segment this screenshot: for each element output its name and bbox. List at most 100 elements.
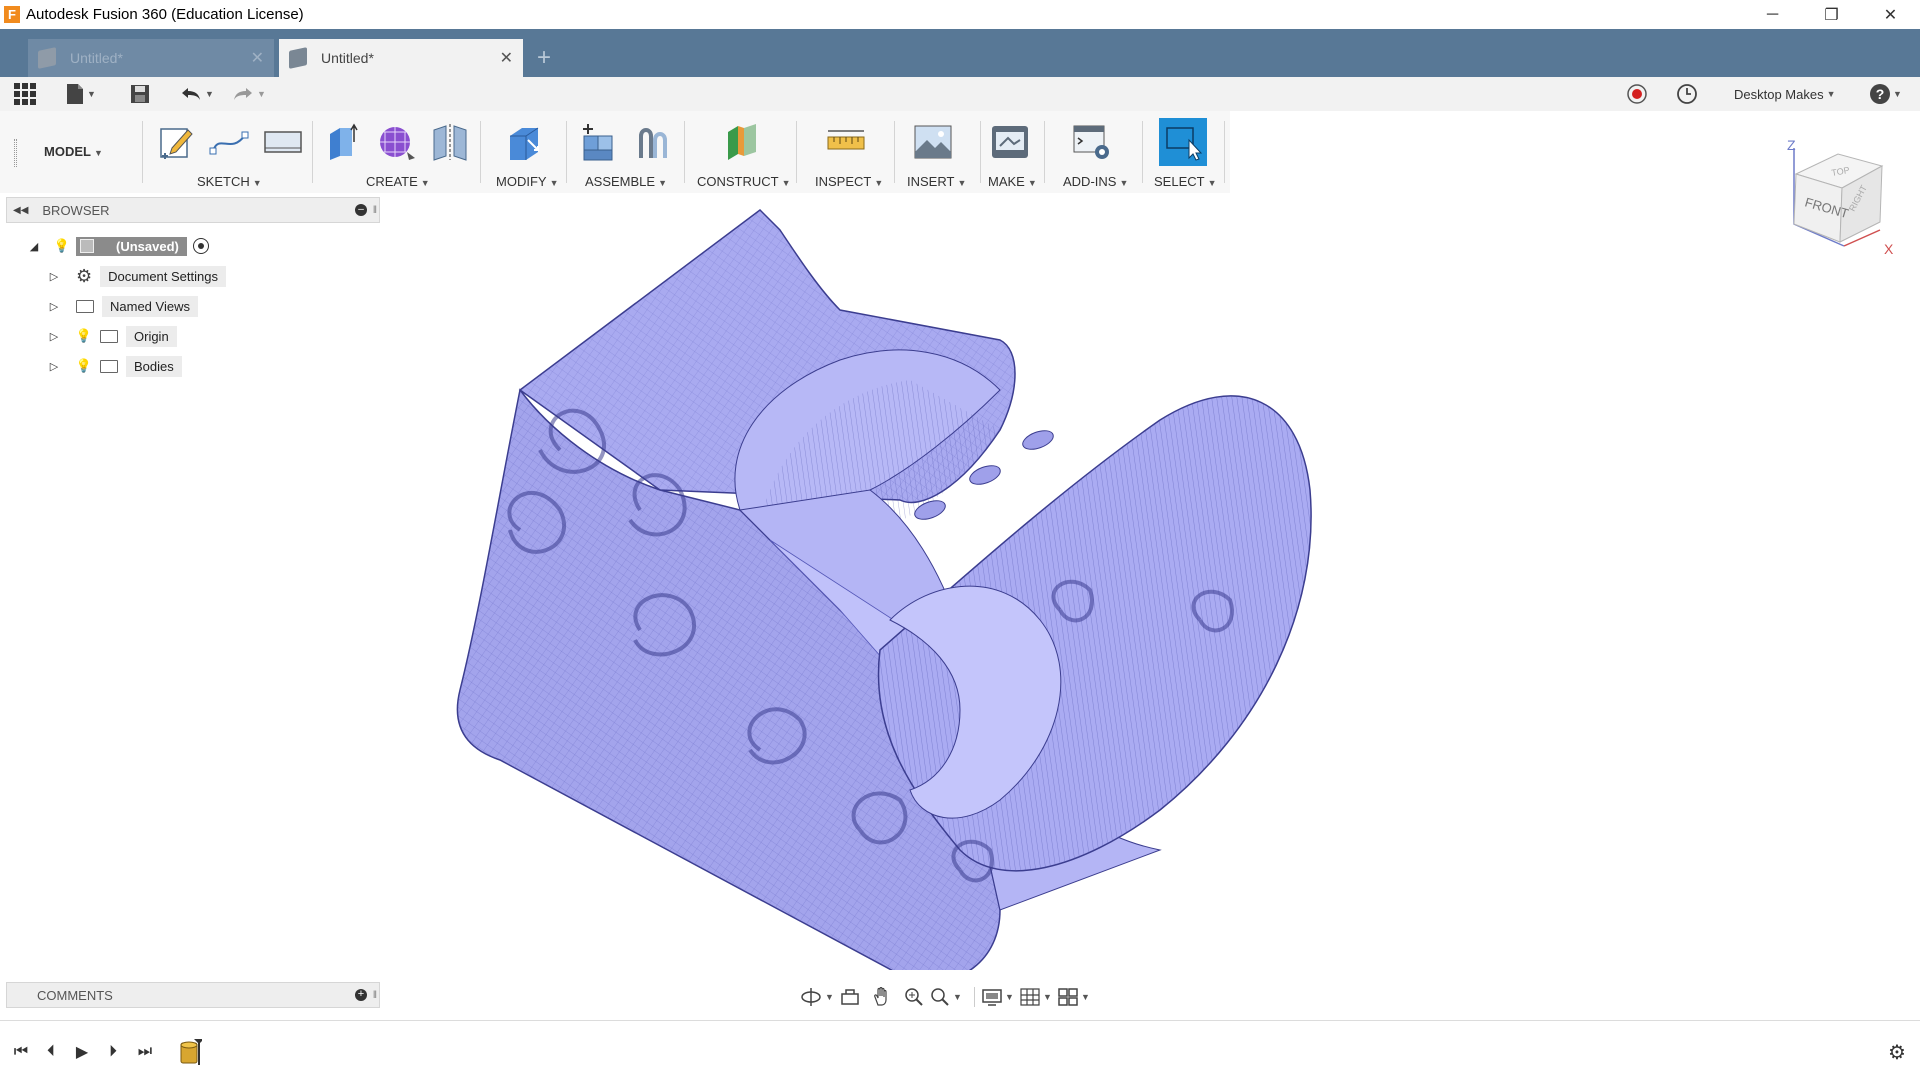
zoom-window-icon[interactable]: ▼ — [930, 987, 974, 1007]
timeline-play-icon[interactable]: ▶ — [69, 1039, 95, 1065]
scripts-addins-icon[interactable] — [1070, 120, 1114, 164]
insert-canvas-icon[interactable] — [911, 120, 955, 164]
timeline-previous-icon[interactable]: ⏴ — [38, 1039, 64, 1065]
addins-group-label[interactable]: ADD-INS ▼ — [1063, 174, 1128, 189]
window-title: Autodesk Fusion 360 (Education License) — [26, 6, 304, 23]
modify-group-label[interactable]: MODIFY ▼ — [496, 174, 558, 189]
visibility-bulb-icon[interactable]: 💡 — [76, 358, 92, 374]
folder-icon — [76, 299, 94, 313]
browser-item-document-settings[interactable]: ▷ ⚙ Document Settings — [46, 264, 226, 288]
tab-label: Untitled* — [70, 50, 123, 66]
timeline-settings-gear-icon[interactable]: ⚙ — [1884, 1039, 1910, 1065]
undo-icon[interactable]: ▼ — [180, 77, 214, 111]
stop-sketch-rectangle-icon[interactable] — [261, 120, 305, 164]
expand-triangle-icon[interactable]: ▷ — [46, 358, 62, 374]
tree-label: Origin — [126, 325, 177, 347]
viewcube-z-label: Z — [1787, 137, 1796, 153]
new-component-icon[interactable] — [576, 120, 620, 164]
look-at-icon[interactable] — [834, 988, 866, 1006]
expand-triangle-icon[interactable]: ▷ — [46, 298, 62, 314]
panel-grip-icon[interactable]: ‖ — [373, 990, 377, 1001]
sled-body[interactable] — [456, 209, 1312, 970]
data-panel-grid-icon[interactable] — [14, 77, 36, 111]
viewports-icon[interactable]: ▼ — [1058, 988, 1096, 1006]
timeline-feature-icon[interactable] — [180, 1037, 204, 1067]
display-settings-icon[interactable]: ▼ — [982, 988, 1020, 1006]
collapse-browser-icon[interactable]: ◀◀ — [13, 205, 28, 216]
visibility-bulb-icon[interactable]: 💡 — [54, 238, 70, 254]
view-cube[interactable]: Z X FRONT TOP RIGHT — [1782, 132, 1910, 264]
workspace-label: MODEL — [44, 144, 91, 159]
minimize-button[interactable]: ─ — [1743, 0, 1802, 29]
fit-point-spline-icon[interactable] — [207, 120, 251, 164]
expand-triangle-icon[interactable]: ▷ — [46, 268, 62, 284]
file-menu-icon[interactable]: ▼ — [66, 77, 96, 111]
browser-item-named-views[interactable]: ▷ Named Views — [46, 294, 198, 318]
close-window-button[interactable]: ✕ — [1861, 0, 1920, 29]
insert-group-label[interactable]: INSERT ▼ — [907, 174, 966, 189]
fusion-logo-icon: F — [4, 6, 20, 23]
document-tab[interactable]: Untitled* ✕ — [28, 39, 274, 77]
workspace-switcher[interactable]: MODEL ▼ — [44, 144, 103, 159]
panel-grip-icon[interactable]: ‖ — [373, 205, 377, 216]
timeline-last-icon[interactable]: ⏭ — [132, 1039, 158, 1065]
pan-hand-icon[interactable] — [866, 987, 898, 1007]
ribbon-grip[interactable] — [14, 139, 17, 167]
browser-panel-header[interactable]: ◀◀ BROWSER – ‖ — [6, 197, 380, 223]
ribbon-divider — [142, 121, 143, 183]
collapse-triangle-icon[interactable]: ◢ — [26, 238, 42, 254]
create-group-label[interactable]: CREATE ▼ — [366, 174, 430, 189]
nav-divider — [974, 987, 982, 1007]
extrude-icon[interactable] — [322, 120, 366, 164]
document-tab-active[interactable]: Untitled* ✕ — [279, 39, 523, 77]
joint-icon[interactable] — [631, 120, 675, 164]
redo-icon[interactable]: ▼ — [232, 77, 266, 111]
help-dropdown[interactable]: ? ▼ — [1870, 77, 1902, 111]
timeline-first-icon[interactable]: ⏮ — [8, 1039, 34, 1065]
offset-plane-icon[interactable] — [720, 120, 764, 164]
close-tab-icon[interactable]: ✕ — [251, 48, 264, 68]
inspect-group-label[interactable]: INSPECT ▼ — [815, 174, 883, 189]
browser-minimize-icon[interactable]: – — [355, 204, 367, 216]
ribbon-divider — [980, 121, 981, 183]
timeline-bar: ⏮ ⏴ ▶ ⏵ ⏭ ⚙ — [0, 1020, 1920, 1080]
create-sketch-icon[interactable] — [154, 120, 198, 164]
press-pull-icon[interactable] — [502, 120, 546, 164]
select-tool-icon[interactable] — [1159, 118, 1207, 166]
make-group-label[interactable]: MAKE ▼ — [988, 174, 1037, 189]
comments-panel-header[interactable]: COMMENTS + ‖ — [6, 982, 380, 1008]
save-icon[interactable] — [130, 77, 150, 111]
ribbon-divider — [1224, 121, 1225, 183]
assemble-group-label[interactable]: ASSEMBLE ▼ — [585, 174, 667, 189]
tree-label: Bodies — [126, 355, 182, 377]
close-tab-icon[interactable]: ✕ — [500, 48, 513, 68]
create-form-icon[interactable] — [375, 120, 419, 164]
tree-label: Document Settings — [100, 265, 226, 287]
model-canvas[interactable] — [440, 190, 1440, 970]
folder-icon — [100, 359, 118, 373]
mirror-icon[interactable] — [428, 120, 472, 164]
orbit-icon[interactable]: ▼ — [800, 986, 834, 1008]
workspace-team-dropdown[interactable]: Desktop Makes ▼ — [1734, 77, 1836, 111]
measure-icon[interactable] — [824, 120, 868, 164]
gear-icon: ⚙ — [76, 265, 93, 286]
expand-triangle-icon[interactable]: ▷ — [46, 328, 62, 344]
record-icon[interactable] — [1626, 77, 1648, 111]
activate-radio-icon[interactable] — [192, 238, 209, 254]
job-status-clock-icon[interactable] — [1676, 77, 1698, 111]
grid-snaps-icon[interactable]: ▼ — [1020, 988, 1058, 1006]
document-tab-strip: Untitled* ✕ Untitled* ✕ + — [0, 29, 1920, 77]
zoom-icon[interactable] — [898, 987, 930, 1007]
browser-item-bodies[interactable]: ▷ 💡 Bodies — [46, 354, 182, 378]
add-comment-icon[interactable]: + — [355, 989, 367, 1001]
construct-group-label[interactable]: CONSTRUCT ▼ — [697, 174, 791, 189]
visibility-bulb-off-icon[interactable]: 💡 — [76, 328, 92, 344]
new-tab-button[interactable]: + — [529, 39, 559, 77]
select-group-label[interactable]: SELECT ▼ — [1154, 174, 1217, 189]
sketch-group-label[interactable]: SKETCH ▼ — [197, 174, 262, 189]
3d-print-icon[interactable] — [988, 120, 1032, 164]
restore-button[interactable]: ❐ — [1802, 0, 1861, 29]
timeline-next-icon[interactable]: ⏵ — [100, 1039, 126, 1065]
browser-root-row[interactable]: ◢ 💡 (Unsaved) — [26, 234, 209, 258]
browser-item-origin[interactable]: ▷ 💡 Origin — [46, 324, 177, 348]
